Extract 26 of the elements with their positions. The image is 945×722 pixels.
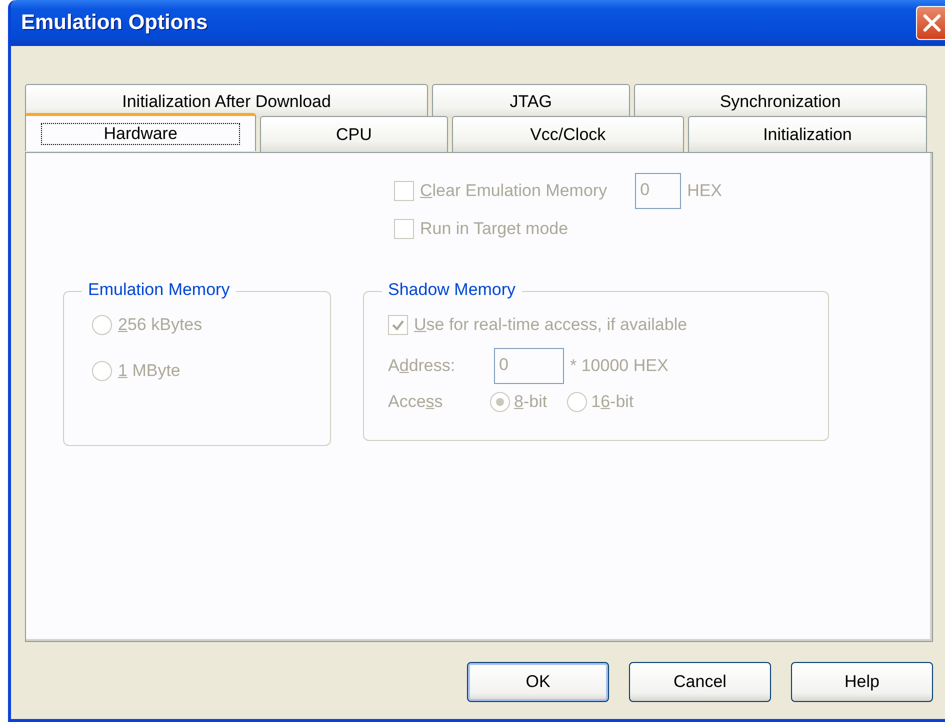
- radio-label: 8-bit: [514, 392, 548, 412]
- checkbox-label: Clear Emulation Memory: [420, 181, 608, 201]
- checkbox-label: Run in Target mode: [420, 219, 568, 239]
- close-button[interactable]: [916, 6, 945, 40]
- radio-label: 256 kBytes: [118, 315, 202, 335]
- group-title: Emulation Memory: [82, 280, 236, 300]
- access-label: Access: [388, 392, 444, 412]
- check-icon: [391, 318, 405, 332]
- tab[interactable]: Synchronization: [634, 84, 927, 118]
- tab[interactable]: Hardware: [25, 113, 256, 151]
- radio-label: 16-bit: [591, 392, 634, 412]
- checkbox-label: Use for real-time access, if available: [414, 315, 688, 335]
- dialog-button[interactable]: Cancel: [629, 662, 771, 702]
- tab[interactable]: Vcc/Clock: [452, 116, 684, 152]
- tab[interactable]: Initialization: [688, 116, 927, 152]
- radio-label: 1 MByte: [118, 361, 180, 381]
- tab[interactable]: JTAG: [432, 84, 630, 118]
- group-title: Shadow Memory: [382, 280, 522, 300]
- tab[interactable]: CPU: [260, 116, 448, 152]
- address-label: Address:: [388, 356, 456, 376]
- window-title: Emulation Options: [20, 11, 208, 35]
- dialog-button[interactable]: Help: [791, 662, 933, 702]
- unit-label: * 10000 HEX: [570, 356, 668, 376]
- dialog-button[interactable]: OK: [467, 662, 609, 702]
- unit-label: HEX: [687, 181, 722, 201]
- close-icon: [920, 12, 942, 34]
